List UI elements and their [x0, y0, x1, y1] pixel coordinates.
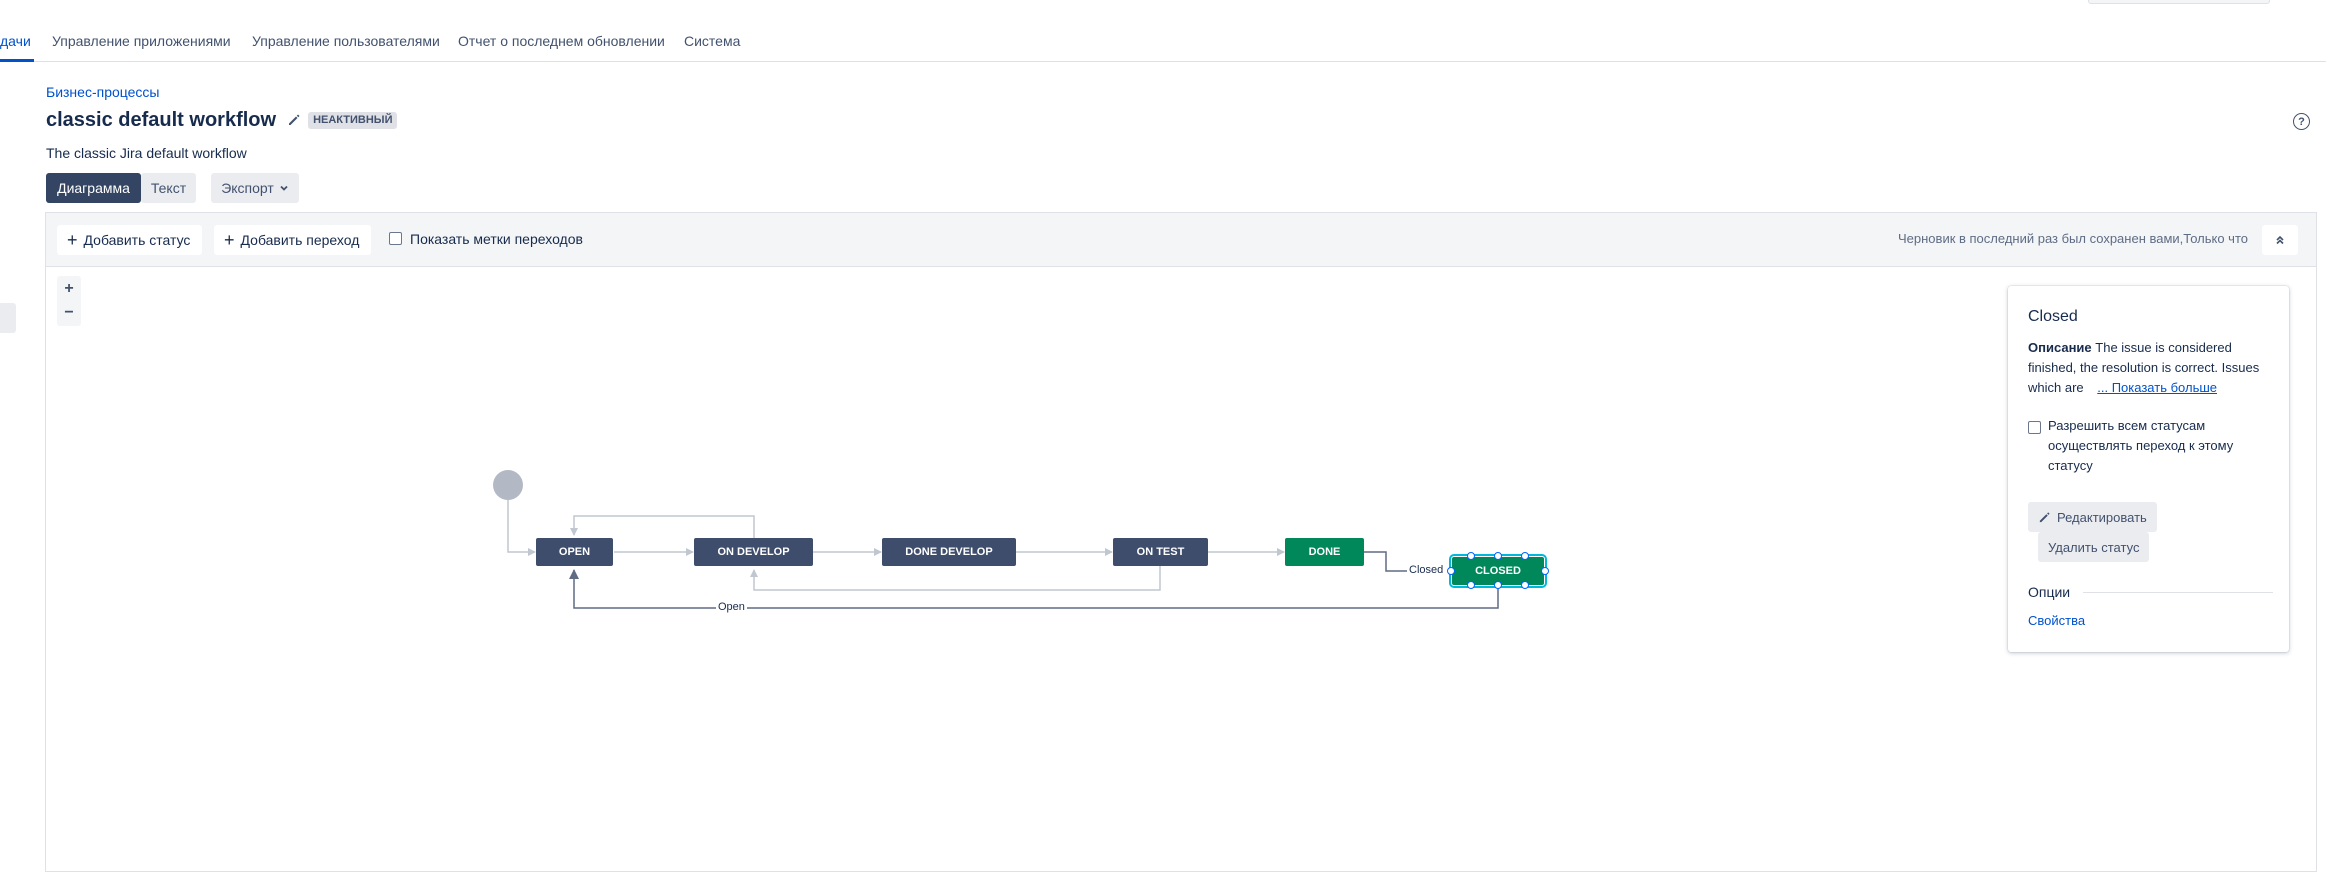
- resize-handle[interactable]: [1467, 552, 1475, 560]
- plus-icon: +: [224, 230, 235, 250]
- resize-handle[interactable]: [1494, 581, 1502, 589]
- zoom-out-button[interactable]: −: [57, 301, 81, 325]
- chevron-down-icon: [280, 185, 288, 191]
- pencil-icon: [289, 114, 300, 125]
- resize-handle[interactable]: [1541, 567, 1549, 575]
- zoom-controls: + −: [57, 276, 81, 326]
- draft-status: Черновик в последний раз был сохранен ва…: [1898, 231, 2248, 246]
- status-node-on-test[interactable]: ON TEST: [1113, 538, 1208, 566]
- tab-issues[interactable]: дачи: [0, 33, 31, 49]
- allow-all-statuses-label: Разрешить всем статусам осуществлять пер…: [2048, 418, 2234, 473]
- zoom-in-button[interactable]: +: [57, 277, 81, 301]
- export-dropdown[interactable]: Экспорт: [211, 173, 299, 203]
- panel-title: Closed: [2028, 308, 2078, 325]
- panel-description: Описание The issue is considered finishe…: [2028, 338, 2278, 398]
- status-properties-panel: Closed Описание The issue is considered …: [2008, 286, 2289, 652]
- add-status-button[interactable]: + Добавить статус: [57, 225, 203, 255]
- status-node-done-develop[interactable]: DONE DEVELOP: [882, 538, 1016, 566]
- resize-handle[interactable]: [1494, 552, 1502, 560]
- plus-icon: +: [67, 230, 78, 250]
- pencil-icon: [2039, 511, 2050, 522]
- transition-label-closed[interactable]: Closed: [1407, 564, 1446, 576]
- description-label: Описание: [2028, 340, 2092, 355]
- page-title: classic default workflow: [46, 109, 277, 131]
- resize-handle[interactable]: [1521, 552, 1529, 560]
- allow-all-statuses-checkbox[interactable]: [2028, 421, 2041, 434]
- edit-title-button[interactable]: [284, 110, 304, 130]
- tab-upgrade-report[interactable]: Отчет о последнем обновлении: [458, 33, 665, 49]
- properties-link[interactable]: Свойства: [2028, 613, 2085, 628]
- options-divider: [2083, 592, 2273, 593]
- show-more-link[interactable]: ... Показать больше: [2097, 380, 2217, 395]
- admin-tabs: дачи Управление приложениями Управление …: [0, 0, 2326, 62]
- tab-users[interactable]: Управление пользователями: [252, 33, 440, 49]
- collapse-toolbar-button[interactable]: [2262, 225, 2298, 255]
- tab-system[interactable]: Система: [684, 33, 740, 49]
- workflow-description: The classic Jira default workflow: [46, 145, 247, 161]
- add-status-label: Добавить статус: [83, 232, 191, 248]
- transition-label-open[interactable]: Open: [716, 601, 747, 613]
- resize-handle[interactable]: [1467, 581, 1475, 589]
- status-node-open[interactable]: OPEN: [536, 538, 613, 566]
- title-row: classic default workflow НЕАКТИВНЫЙ: [46, 106, 398, 134]
- active-tab-indicator: [0, 59, 34, 62]
- edit-status-label: Редактировать: [2057, 509, 2147, 525]
- text-view-button[interactable]: Текст: [141, 173, 196, 203]
- status-node-done[interactable]: DONE: [1285, 538, 1364, 566]
- options-heading: Опции: [2028, 584, 2071, 600]
- breadcrumb[interactable]: Бизнес-процессы: [46, 84, 159, 100]
- start-node[interactable]: [493, 470, 523, 500]
- show-labels-checkbox[interactable]: [389, 232, 402, 245]
- status-badge: НЕАКТИВНЫЙ: [308, 111, 398, 129]
- add-transition-button[interactable]: + Добавить переход: [214, 225, 372, 255]
- export-label: Экспорт: [221, 180, 274, 196]
- status-node-on-develop[interactable]: ON DEVELOP: [694, 538, 813, 566]
- sidebar-edge-handle[interactable]: [0, 303, 16, 333]
- tab-applications[interactable]: Управление приложениями: [52, 33, 231, 49]
- chevron-double-up-icon: [2276, 235, 2284, 245]
- edit-status-button[interactable]: Редактировать: [2028, 502, 2157, 532]
- help-icon[interactable]: ?: [2293, 113, 2310, 130]
- add-transition-label: Добавить переход: [240, 232, 360, 248]
- diagram-view-button[interactable]: Диаграмма: [46, 173, 141, 203]
- delete-status-button[interactable]: Удалить статус: [2038, 532, 2150, 562]
- show-labels-label: Показать метки переходов: [410, 231, 583, 247]
- resize-handle[interactable]: [1447, 567, 1455, 575]
- resize-handle[interactable]: [1521, 581, 1529, 589]
